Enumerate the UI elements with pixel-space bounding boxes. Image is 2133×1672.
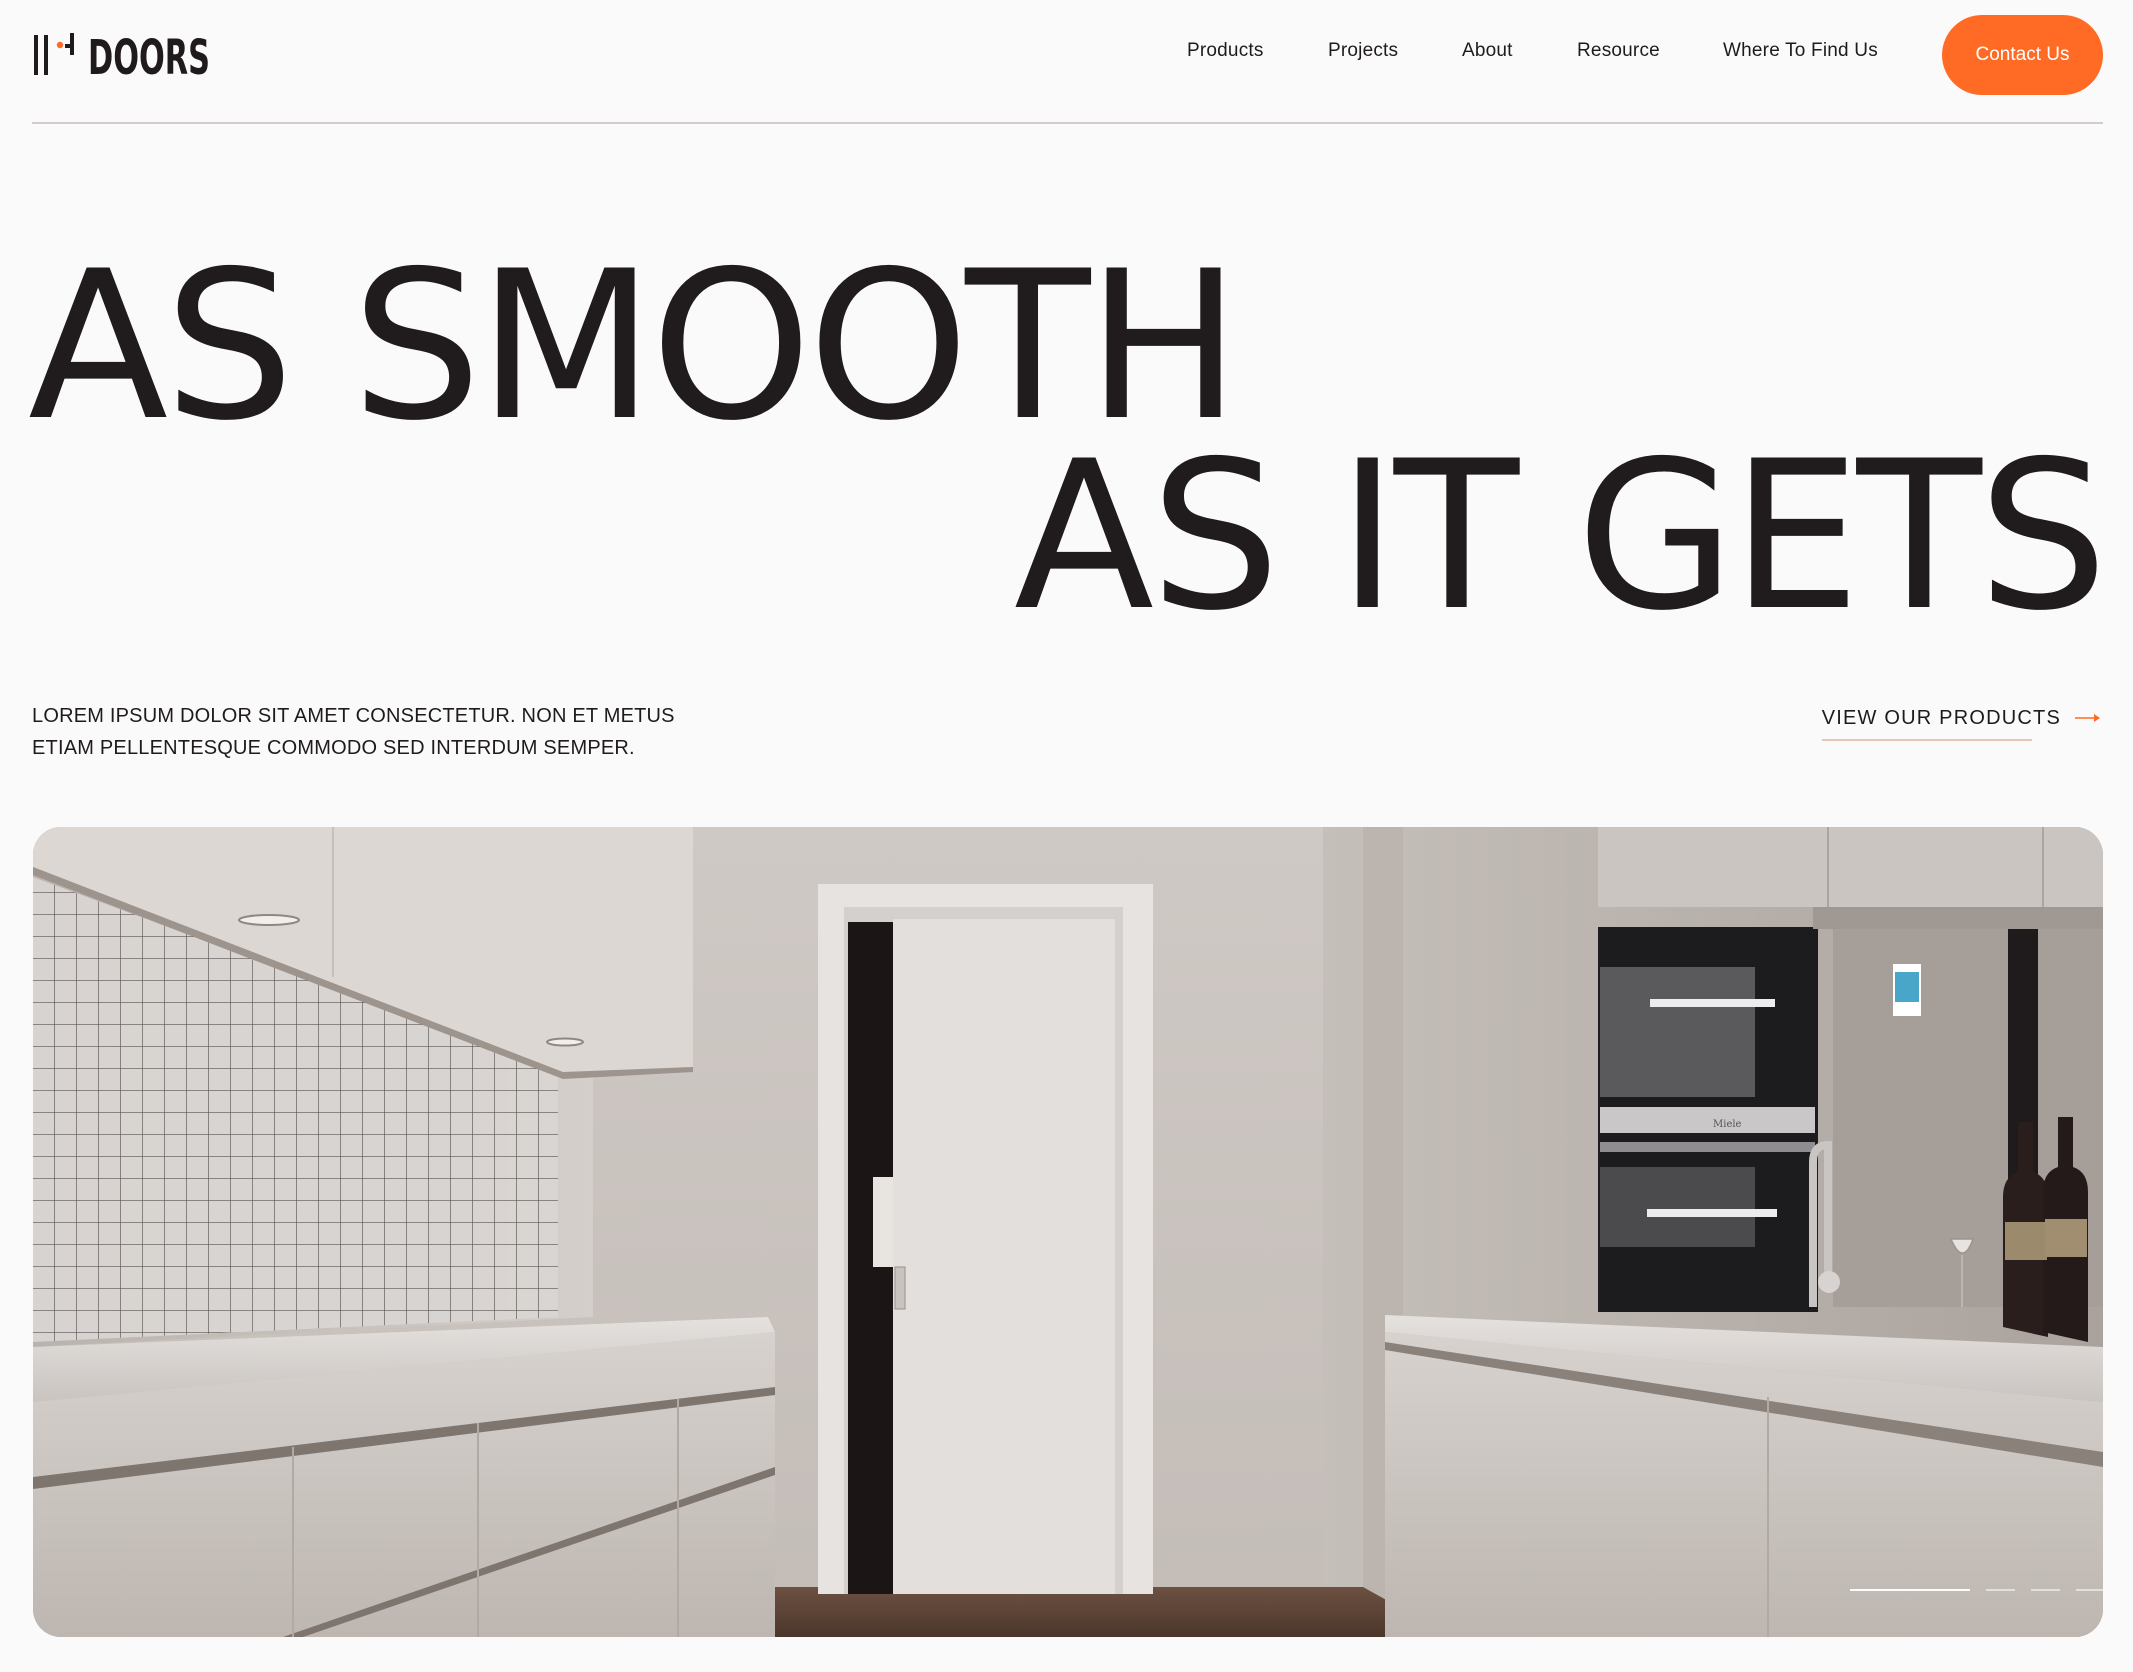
nav-products[interactable]: Products (1187, 40, 1264, 62)
doors-logo-mark: DOORS (34, 30, 210, 80)
hero-headline-line-2: AS IT GETS (1013, 418, 2108, 656)
nav-resource[interactable]: Resource (1577, 40, 1660, 62)
slide-indicator-1[interactable] (1850, 1589, 1970, 1591)
hero-intro-text: LOREM IPSUM DOLOR SIT AMET CONSECTETUR. … (32, 700, 712, 764)
hero-image: Miele (33, 827, 2103, 1637)
nav-about[interactable]: About (1462, 40, 1513, 62)
kitchen-photo-illustration: Miele (33, 827, 2103, 1637)
cta-underline (1821, 739, 2032, 741)
slide-indicator-2[interactable] (1986, 1589, 2015, 1591)
brand-name: DOORS (88, 30, 210, 80)
arrow-right-icon (2075, 714, 2100, 722)
slide-indicator-3[interactable] (2031, 1589, 2060, 1591)
nav-where-to-find-us[interactable]: Where To Find Us (1723, 40, 1878, 62)
view-our-products-link[interactable]: VIEW OUR PRODUCTS (1821, 700, 2103, 741)
image-slider-indicators (1850, 1589, 2103, 1591)
cta-label: VIEW OUR PRODUCTS (1821, 706, 2061, 729)
nav-projects[interactable]: Projects (1328, 40, 1398, 62)
contact-us-button[interactable]: Contact Us (1942, 15, 2103, 95)
intro-line-2: ETIAM PELLENTESQUE COMMODO SED INTERDUM … (32, 737, 635, 759)
intro-line-1: LOREM IPSUM DOLOR SIT AMET CONSECTETUR. … (32, 705, 675, 727)
page: DOORS Products Projects About Resource W… (0, 0, 2133, 1672)
header-divider (32, 122, 2103, 124)
slide-indicator-4[interactable] (2076, 1589, 2103, 1591)
brand-logo[interactable]: DOORS (32, 30, 212, 80)
oven-brand: Miele (1713, 1119, 1742, 1130)
